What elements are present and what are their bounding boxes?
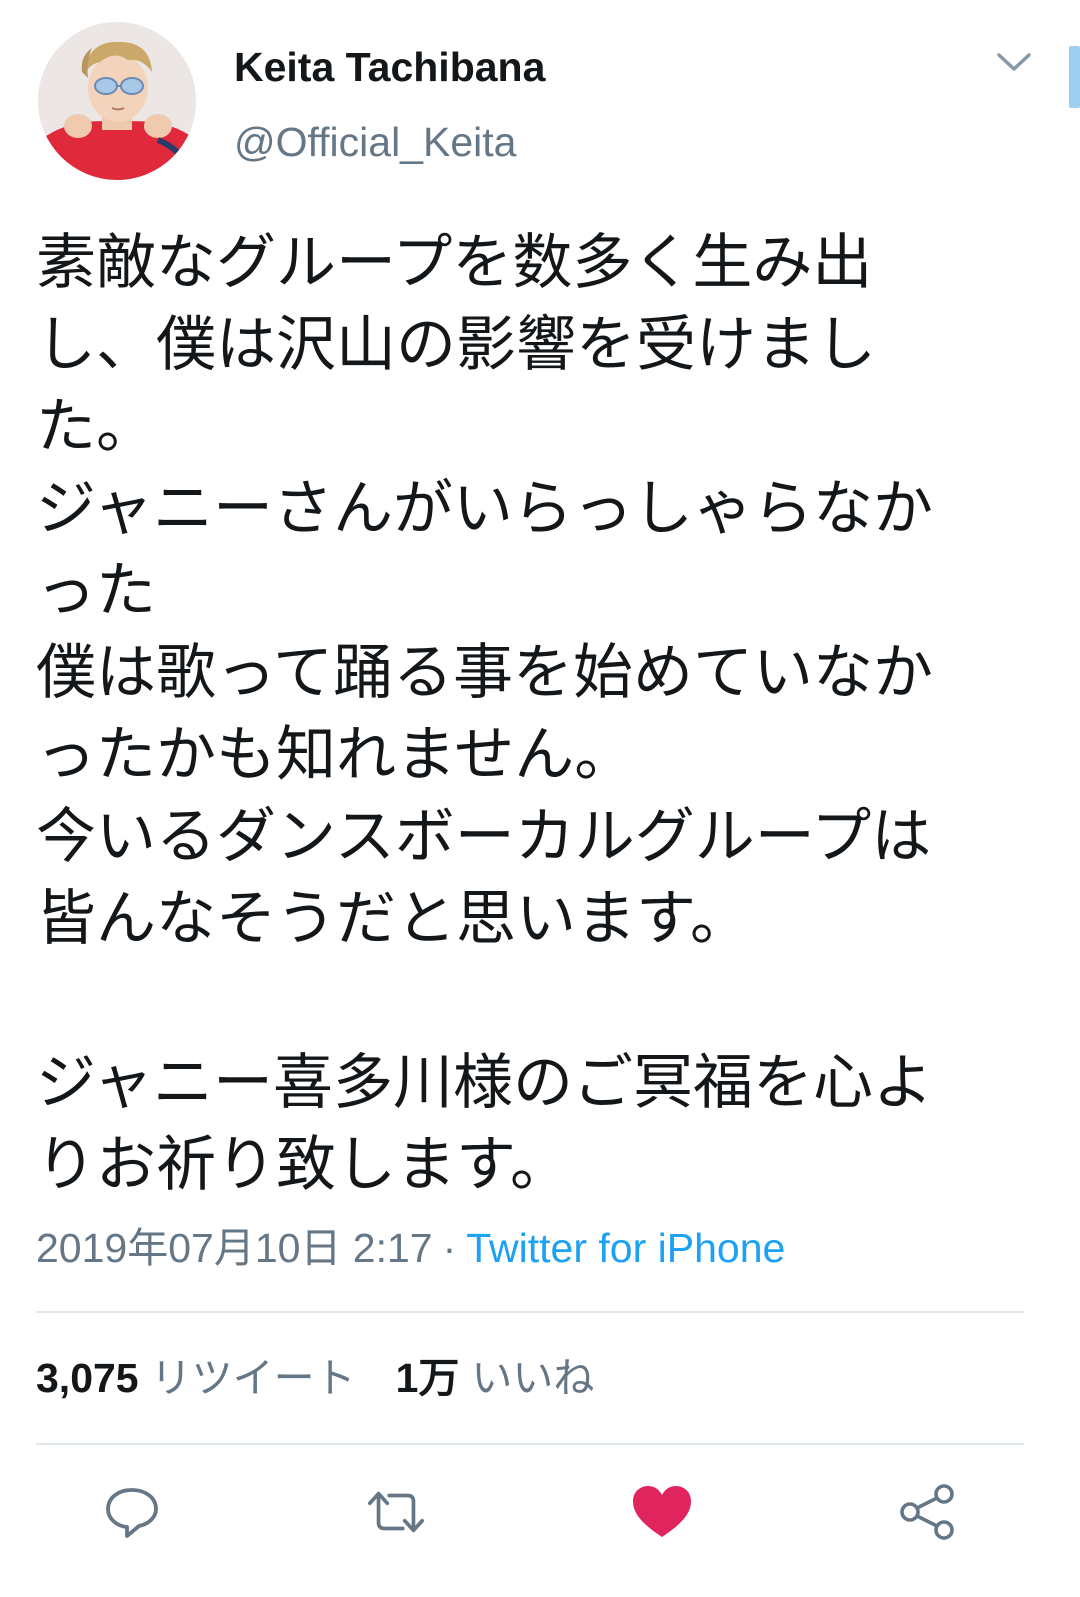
avatar[interactable] <box>38 22 196 180</box>
tweet-line: 今いるダンスボーカルグループは <box>36 802 932 872</box>
meta-separator: · <box>442 1225 457 1271</box>
share-button[interactable] <box>896 1480 960 1544</box>
timestamp[interactable]: 2019年07月10日 2:17 <box>36 1225 433 1271</box>
source-link[interactable]: Twitter for iPhone <box>466 1225 785 1271</box>
tweet-line: し、僕は沢山の影響を受けまし <box>36 310 876 380</box>
scrollbar[interactable] <box>1069 46 1080 108</box>
tweet-meta: 2019年07月10日 2:17 · Twitter for iPhone <box>36 1222 785 1274</box>
like-button[interactable] <box>630 1480 694 1544</box>
divider <box>36 1443 1024 1445</box>
chevron-down-icon[interactable] <box>996 50 1032 74</box>
retweet-stat[interactable]: 3,075 リツイート <box>36 1355 356 1401</box>
tweet-line: ジャニーさんがいらっしゃらなか <box>36 474 933 544</box>
reply-icon <box>106 1488 158 1538</box>
retweet-count: 3,075 <box>36 1355 139 1401</box>
retweet-label: リツイート <box>150 1355 356 1401</box>
tweet-detail: Keita Tachibana @Official_Keita 素敵なグループを… <box>0 0 1080 1597</box>
action-bar <box>0 1480 1080 1550</box>
like-count: 1万 <box>395 1355 460 1401</box>
avatar-image <box>38 22 196 180</box>
tweet-text: 素敵なグループを数多く生み出 し、僕は沢山の影響を受けまし た。ジャニーさんがいらっ… <box>36 222 1046 1206</box>
like-label: いいね <box>471 1355 595 1401</box>
retweet-button[interactable] <box>364 1480 428 1544</box>
tweet-line: ジャニー喜多川様のご冥福を心よ <box>36 1048 933 1118</box>
user-handle[interactable]: @Official_Keita <box>234 117 545 167</box>
tweet-line: った <box>36 556 156 626</box>
like-stat[interactable]: 1万 いいね <box>396 1355 595 1401</box>
heart-icon <box>633 1486 691 1537</box>
tweet-line: た。 <box>36 392 156 462</box>
tweet-line: 素敵なグループを数多く生み出 <box>36 228 873 298</box>
tweet-line: 皆んなそうだと思います。 <box>36 884 750 954</box>
tweet-header: Keita Tachibana @Official_Keita <box>38 22 1042 182</box>
divider <box>36 1311 1024 1313</box>
user-names: Keita Tachibana @Official_Keita <box>234 42 545 167</box>
display-name[interactable]: Keita Tachibana <box>234 42 545 92</box>
tweet-stats: 3,075 リツイート 1万 いいね <box>36 1352 594 1404</box>
reply-button[interactable] <box>100 1480 164 1544</box>
tweet-line: りお祈り致します。 <box>36 1130 570 1200</box>
retweet-icon <box>367 1491 425 1533</box>
tweet-line: 僕は歌って踊る事を始めていなか <box>36 638 933 708</box>
share-icon <box>900 1484 954 1540</box>
tweet-line: ったかも知れません。 <box>36 720 635 790</box>
